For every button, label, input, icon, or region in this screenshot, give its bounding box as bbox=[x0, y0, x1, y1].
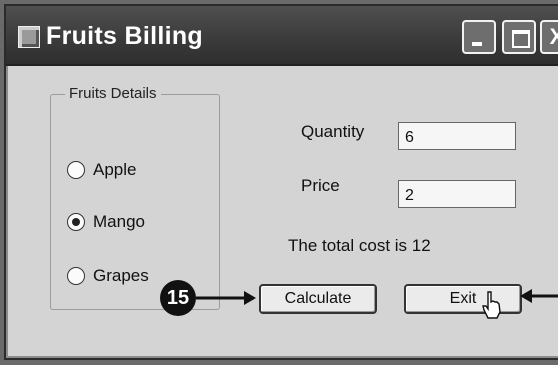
right-arrow-icon bbox=[244, 291, 256, 305]
callout-arrows bbox=[196, 289, 558, 305]
hand-cursor-icon bbox=[482, 291, 501, 319]
left-arrow-icon bbox=[520, 289, 532, 303]
